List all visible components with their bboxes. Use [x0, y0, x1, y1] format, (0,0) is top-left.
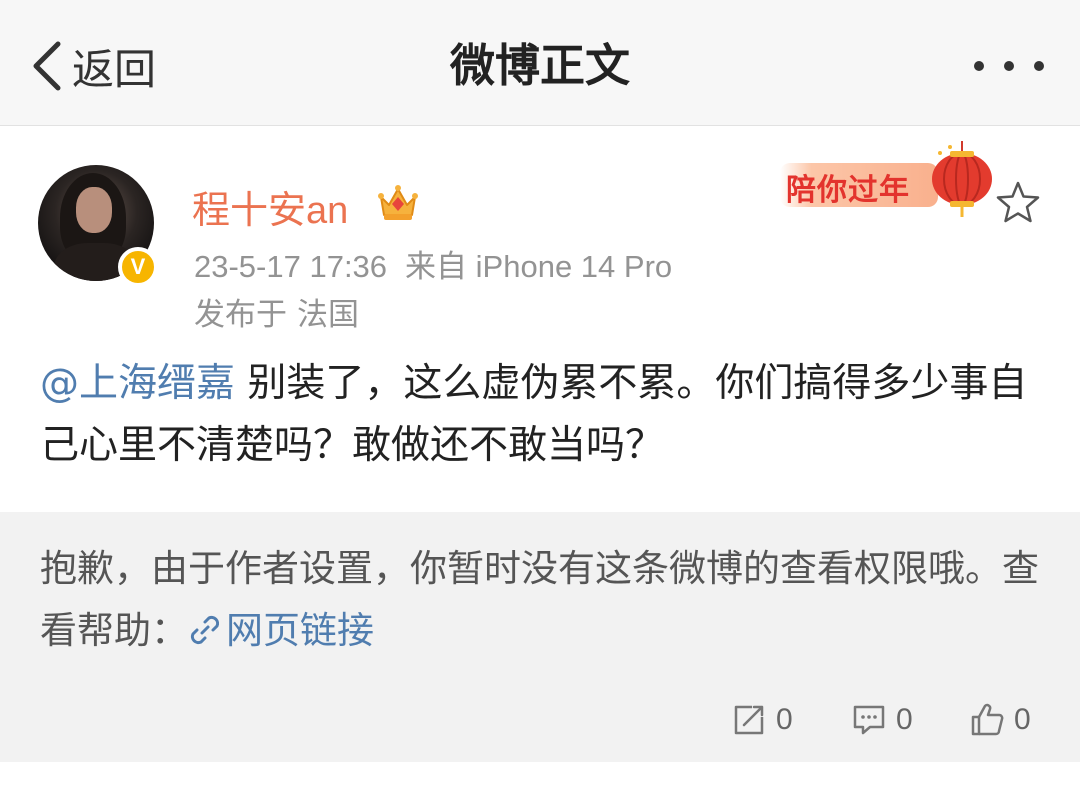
like-count: 0 — [1014, 703, 1031, 736]
post-time: 23-5-17 17:36 — [194, 249, 388, 284]
help-link-label: 网页链接 — [226, 609, 374, 652]
comment-button[interactable]: 0 — [852, 700, 913, 740]
help-web-link[interactable]: 网页链接 — [188, 609, 374, 652]
location-value: 法国 — [297, 297, 359, 333]
link-icon — [190, 615, 220, 645]
new-year-decoration: 陪你过年 — [772, 137, 1002, 223]
permission-notice: 抱歉，由于作者设置，你暂时没有这条微博的查看权限哦。查看帮助： 网页链接 — [40, 538, 1040, 662]
repost-button[interactable]: 0 — [732, 700, 793, 740]
comment-count: 0 — [896, 703, 913, 736]
permission-notice-area: 抱歉，由于作者设置，你暂时没有这条微博的查看权限哦。查看帮助： 网页链接 0 0 … — [0, 512, 1080, 762]
verified-badge-icon: V — [118, 247, 158, 287]
post-source: 来自 iPhone 14 Pro — [405, 249, 673, 284]
post-location: 发布于 法国 — [194, 289, 359, 334]
like-button[interactable]: 0 — [970, 700, 1031, 740]
page-title: 微博正文 — [449, 39, 630, 92]
location-label: 发布于 — [194, 297, 287, 333]
post-meta: 23-5-17 17:36 来自 iPhone 14 Pro — [194, 241, 672, 286]
bottom-spacer — [0, 762, 1080, 789]
lantern-icon — [932, 141, 992, 217]
repost-icon — [734, 705, 764, 735]
comment-icon — [853, 705, 885, 735]
top-navigation-bar: 返回 微博正文 — [0, 0, 1080, 126]
mention-link[interactable]: @上海缙嘉 — [40, 361, 235, 406]
username[interactable]: 程十安an — [192, 179, 348, 234]
post-content: @上海缙嘉 别装了，这么虚伪累不累。你们搞得多少事自己心里不清楚吗？敢做还不敢当… — [40, 353, 1050, 477]
new-year-text: 陪你过年 — [786, 173, 910, 208]
favorite-star-icon[interactable] — [994, 179, 1042, 227]
thumbs-up-icon — [971, 703, 1004, 736]
repost-count: 0 — [776, 703, 793, 736]
more-dots-icon[interactable] — [974, 54, 1044, 78]
post-card: V 程十安an 23-5-17 17:36 来自 iPhone 14 Pro 发布… — [0, 127, 1080, 512]
crown-icon — [378, 185, 418, 220]
